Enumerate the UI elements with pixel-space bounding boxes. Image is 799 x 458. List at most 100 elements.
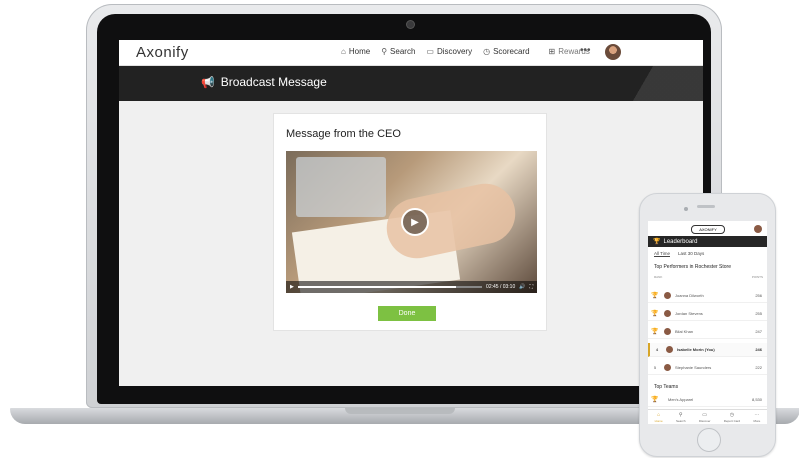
rank-number: 5: [653, 365, 657, 370]
nav-discovery[interactable]: ▭ Discovery: [426, 47, 472, 56]
performer-points: 222: [755, 365, 762, 370]
bottom-nav-label: Discover: [698, 418, 711, 423]
play-icon[interactable]: ▶: [401, 208, 429, 236]
home-icon: ⌂: [341, 47, 346, 56]
main-content: Message from the CEO ▶ ▶ 02:45 / 03:10 🔊…: [119, 101, 703, 386]
leaderboard-header: 🏆 Leaderboard: [648, 236, 767, 247]
volume-icon[interactable]: 🔊: [519, 284, 525, 290]
top-navbar: Axonify ⌂ Home ⚲ Search ▭ Discovery ◷ Sc…: [119, 40, 703, 66]
laptop-screen: Axonify ⌂ Home ⚲ Search ▭ Discovery ◷ Sc…: [119, 40, 703, 386]
rank-number: 4: [655, 347, 659, 352]
list-item[interactable]: 🏆 Bilal Khan 247: [648, 325, 767, 339]
bottom-nav-home[interactable]: ⌂ Home: [655, 412, 663, 423]
phone-camera: [684, 207, 688, 211]
more-menu-button[interactable]: •••: [580, 45, 591, 56]
performers-subtitle: Top Performers in Rochester Store: [654, 264, 731, 270]
video-progress-fill: [297, 286, 457, 288]
performer-name: Stephanie Saunders: [675, 365, 712, 370]
bottom-nav-report-card[interactable]: ◷ Report Card: [724, 412, 740, 423]
nav-search-label: Search: [390, 47, 416, 56]
bottom-nav-discover[interactable]: ▭ Discover: [699, 412, 711, 423]
performer-name: Bilal Khan: [675, 329, 694, 334]
bottom-nav-label: Home: [654, 418, 663, 423]
video-player[interactable]: ▶ ▶ 02:45 / 03:10 🔊 ⛶: [286, 151, 537, 293]
bottom-nav-search[interactable]: ⚲ Search: [676, 412, 686, 423]
rank-column-header: RANK: [654, 275, 663, 279]
page-title: Broadcast Message: [220, 75, 327, 89]
column-headers: RANK POINTS: [654, 275, 763, 279]
rewards-icon: ⊞: [548, 47, 556, 56]
performer-points: 256: [755, 293, 762, 298]
discovery-icon: ▭: [702, 411, 708, 418]
avatar: [664, 328, 671, 335]
teams-title: Top Teams: [654, 384, 679, 390]
page-banner: 📢 Broadcast Message: [119, 66, 703, 101]
points-column-header: POINTS: [751, 275, 763, 279]
scorecard-icon: ◷: [483, 47, 491, 56]
more-icon: ⋯: [754, 411, 760, 418]
play-small-icon[interactable]: ▶: [290, 284, 294, 290]
video-time: 02:45 / 03:10: [486, 284, 516, 290]
performer-points: 255: [755, 311, 762, 316]
phone-topbar: AXONIFY: [648, 221, 767, 236]
bottom-nav-label: More: [753, 418, 761, 423]
nav-home[interactable]: ⌂ Home: [341, 47, 370, 56]
nav-home-label: Home: [348, 47, 371, 56]
search-icon: ⚲: [678, 411, 683, 418]
team-points: 8,530: [751, 397, 762, 402]
performer-name: Jordan Stevens: [675, 311, 703, 316]
nav-scorecard[interactable]: ◷ Scorecard: [483, 47, 529, 56]
banner-title-group: 📢 Broadcast Message: [201, 75, 327, 89]
video-scene-laptop: [296, 157, 386, 217]
trophy-icon: 🏆: [651, 329, 659, 335]
trophy-icon: 🏆: [651, 397, 659, 403]
video-progress-bar[interactable]: [297, 286, 483, 288]
performer-name: Joanna Dilworth: [675, 293, 704, 298]
list-item-current-user[interactable]: 4 Isabelle Morin (You) 246: [648, 343, 767, 357]
phone-speaker: [697, 205, 715, 208]
list-item[interactable]: 🏆 Jordan Stevens 255: [648, 307, 767, 321]
leaderboard-icon: 🏆: [653, 239, 661, 245]
leaderboard-tabs: All Time Last 30 Days: [654, 251, 704, 257]
video-controls: ▶ 02:45 / 03:10 🔊 ⛶: [286, 281, 537, 293]
app-logo[interactable]: Axonify: [136, 44, 189, 61]
fullscreen-icon[interactable]: ⛶: [529, 284, 533, 290]
phone-screen: AXONIFY 🏆 Leaderboard All Time Last 30 D…: [648, 221, 767, 424]
bottom-nav-more[interactable]: ⋯ More: [753, 412, 760, 423]
trophy-icon: 🏆: [651, 311, 659, 317]
scorecard-icon: ◷: [729, 411, 735, 418]
phone-home-button[interactable]: [697, 428, 721, 452]
tab-all-time[interactable]: All Time: [654, 251, 671, 257]
nav-scorecard-label: Scorecard: [493, 47, 530, 56]
webcam: [407, 21, 414, 28]
avatar: [666, 346, 673, 353]
list-item[interactable]: 🏆 Men's Apparel 8,530: [648, 393, 767, 407]
nav-discovery-label: Discovery: [436, 47, 473, 56]
laptop-notch: [345, 408, 455, 414]
performer-name: Isabelle Morin (You): [677, 347, 715, 352]
team-name: Men's Apparel: [668, 397, 694, 402]
list-item[interactable]: 5 Stephanie Saunders 222: [648, 361, 767, 375]
phone-logo: AXONIFY: [691, 225, 725, 234]
tab-last-30-days[interactable]: Last 30 Days: [678, 251, 704, 257]
done-button[interactable]: Done: [378, 306, 436, 321]
performer-points: 246: [755, 347, 762, 352]
megaphone-icon: 📢: [201, 76, 215, 89]
trophy-icon: 🏆: [651, 293, 659, 299]
message-title: Message from the CEO: [286, 128, 401, 140]
nav-search[interactable]: ⚲ Search: [381, 47, 415, 56]
bottom-nav-label: Search: [675, 418, 686, 423]
nav-items: ⌂ Home ⚲ Search ▭ Discovery ◷ Scorecard …: [341, 47, 590, 56]
phone-avatar[interactable]: [754, 225, 762, 233]
banner-shade: [583, 66, 703, 101]
list-item[interactable]: 🏆 Joanna Dilworth 256: [648, 289, 767, 303]
bottom-nav-label: Report Card: [723, 418, 741, 423]
avatar: [664, 310, 671, 317]
phone-bottom-nav: ⌂ Home ⚲ Search ▭ Discover ◷ Report Card…: [648, 409, 767, 424]
discovery-icon: ▭: [426, 47, 434, 56]
avatar: [664, 292, 671, 299]
home-icon: ⌂: [657, 411, 661, 418]
user-avatar[interactable]: [605, 44, 621, 60]
performer-points: 247: [755, 329, 762, 334]
message-card: Message from the CEO ▶ ▶ 02:45 / 03:10 🔊…: [273, 113, 547, 331]
